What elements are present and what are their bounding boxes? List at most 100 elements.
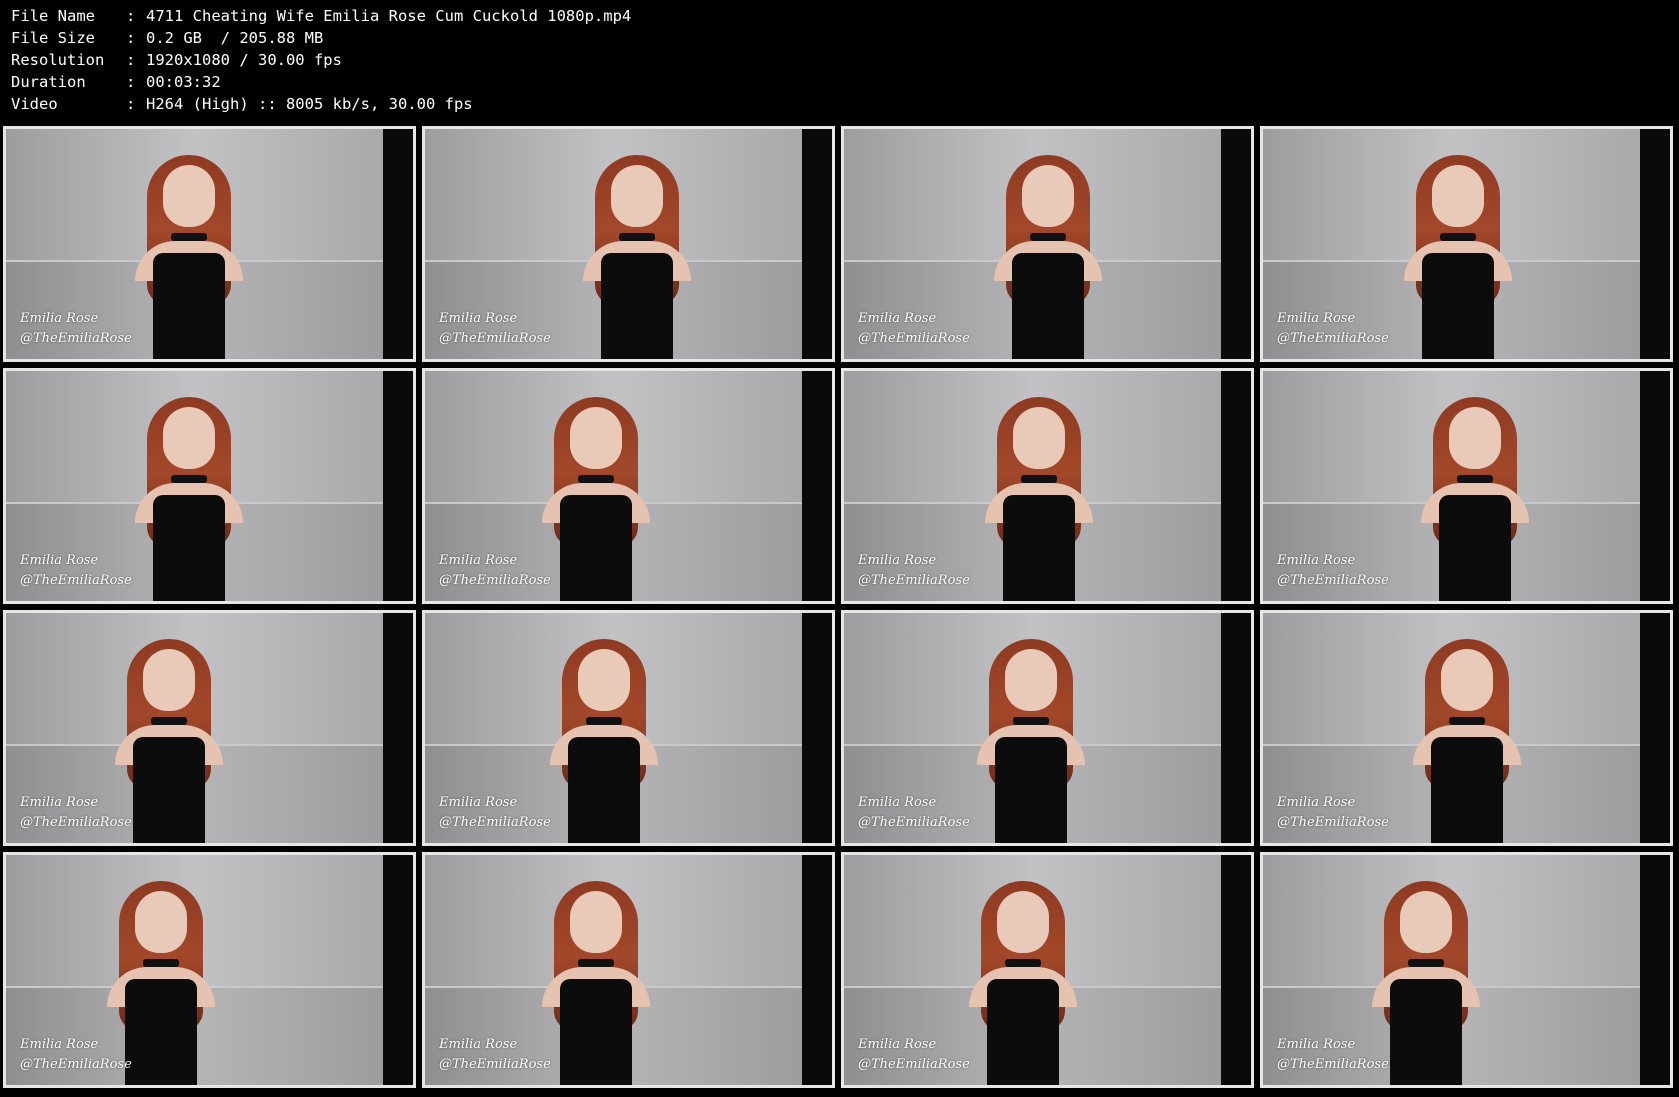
figure-choker [1440, 233, 1476, 241]
figure-choker [1457, 475, 1493, 483]
figure-dress [125, 979, 197, 1085]
file-name-value: 4711 Cheating Wife Emilia Rose Cum Cucko… [146, 7, 632, 25]
watermark: Emilia Rose @TheEmiliaRose [20, 309, 132, 349]
resolution-label: Resolution [11, 51, 105, 69]
dark-backdrop-edge [1221, 129, 1251, 359]
resolution-row: Resolution:1920x1080 / 30.00 fps [11, 49, 1661, 71]
figure-choker [171, 475, 207, 483]
watermark-name: Emilia Rose [858, 795, 937, 810]
watermark-name: Emilia Rose [1277, 795, 1356, 810]
watermark: Emilia Rose @TheEmiliaRose [439, 309, 551, 349]
watermark: Emilia Rose @TheEmiliaRose [858, 551, 970, 591]
dark-backdrop-edge [383, 855, 413, 1085]
video-thumbnail[interactable]: Emilia Rose @TheEmiliaRose [1260, 126, 1673, 362]
figure-dress [995, 737, 1067, 843]
figure-choker [578, 475, 614, 483]
dark-backdrop-edge [1640, 371, 1670, 601]
watermark-name: Emilia Rose [439, 1037, 518, 1052]
watermark-handle: @TheEmiliaRose [439, 331, 551, 346]
figure-choker [619, 233, 655, 241]
watermark-name: Emilia Rose [439, 795, 518, 810]
figure-choker [151, 717, 187, 725]
video-thumbnail[interactable]: Emilia Rose @TheEmiliaRose [422, 852, 835, 1088]
video-thumbnail[interactable]: Emilia Rose @TheEmiliaRose [841, 368, 1254, 604]
person-figure [129, 149, 249, 359]
watermark: Emilia Rose @TheEmiliaRose [858, 1035, 970, 1075]
watermark: Emilia Rose @TheEmiliaRose [20, 1035, 132, 1075]
watermark-name: Emilia Rose [858, 311, 937, 326]
resolution-sep: : [126, 51, 136, 69]
watermark: Emilia Rose @TheEmiliaRose [20, 551, 132, 591]
video-thumbnail[interactable]: Emilia Rose @TheEmiliaRose [3, 126, 416, 362]
figure-face [1449, 407, 1501, 469]
person-figure [577, 149, 697, 359]
video-thumbnail[interactable]: Emilia Rose @TheEmiliaRose [1260, 610, 1673, 846]
dark-backdrop-edge [802, 613, 832, 843]
figure-dress [601, 253, 673, 359]
dark-backdrop-edge [1640, 129, 1670, 359]
figure-dress [1439, 495, 1511, 601]
watermark-name: Emilia Rose [1277, 553, 1356, 568]
watermark-handle: @TheEmiliaRose [858, 1057, 970, 1072]
watermark-handle: @TheEmiliaRose [858, 815, 970, 830]
figure-choker [143, 959, 179, 967]
video-thumbnail[interactable]: Emilia Rose @TheEmiliaRose [3, 610, 416, 846]
watermark-name: Emilia Rose [20, 1037, 99, 1052]
watermark: Emilia Rose @TheEmiliaRose [858, 309, 970, 349]
video-thumbnail[interactable]: Emilia Rose @TheEmiliaRose [841, 610, 1254, 846]
watermark: Emilia Rose @TheEmiliaRose [20, 793, 132, 833]
figure-dress [1390, 979, 1462, 1085]
duration-label: Duration [11, 73, 86, 91]
video-thumbnail[interactable]: Emilia Rose @TheEmiliaRose [422, 126, 835, 362]
dark-backdrop-edge [383, 613, 413, 843]
figure-face [163, 407, 215, 469]
video-thumbnail[interactable]: Emilia Rose @TheEmiliaRose [422, 610, 835, 846]
watermark-handle: @TheEmiliaRose [439, 1057, 551, 1072]
watermark-name: Emilia Rose [1277, 1037, 1356, 1052]
figure-face [578, 649, 630, 711]
person-figure [544, 633, 664, 843]
watermark-handle: @TheEmiliaRose [1277, 573, 1389, 588]
watermark-name: Emilia Rose [20, 553, 99, 568]
dark-backdrop-edge [802, 855, 832, 1085]
figure-choker [1021, 475, 1057, 483]
watermark-handle: @TheEmiliaRose [439, 573, 551, 588]
watermark: Emilia Rose @TheEmiliaRose [1277, 793, 1389, 833]
figure-dress [153, 253, 225, 359]
figure-face [570, 891, 622, 953]
watermark-handle: @TheEmiliaRose [20, 815, 132, 830]
video-thumbnail[interactable]: Emilia Rose @TheEmiliaRose [1260, 852, 1673, 1088]
video-thumbnail[interactable]: Emilia Rose @TheEmiliaRose [841, 126, 1254, 362]
figure-dress [153, 495, 225, 601]
person-figure [988, 149, 1108, 359]
person-figure [963, 875, 1083, 1085]
person-figure [1415, 391, 1535, 601]
watermark-name: Emilia Rose [858, 553, 937, 568]
video-label: Video [11, 95, 58, 113]
watermark-handle: @TheEmiliaRose [20, 1057, 132, 1072]
file-size-value: 0.2 GB / 205.88 MB [146, 29, 324, 47]
figure-choker [1449, 717, 1485, 725]
video-thumbnail[interactable]: Emilia Rose @TheEmiliaRose [422, 368, 835, 604]
dark-backdrop-edge [802, 371, 832, 601]
video-thumbnail[interactable]: Emilia Rose @TheEmiliaRose [3, 368, 416, 604]
person-figure [536, 391, 656, 601]
file-size-sep: : [126, 29, 136, 47]
video-thumbnail[interactable]: Emilia Rose @TheEmiliaRose [841, 852, 1254, 1088]
duration-value: 00:03:32 [146, 73, 221, 91]
figure-face [1005, 649, 1057, 711]
figure-dress [1431, 737, 1503, 843]
figure-face [997, 891, 1049, 953]
figure-choker [1030, 233, 1066, 241]
figure-dress [987, 979, 1059, 1085]
video-row: Video: H264 (High) :: 8005 kb/s, 30.00 fp… [11, 93, 1661, 115]
person-figure [1407, 633, 1527, 843]
dark-backdrop-edge [383, 371, 413, 601]
file-name-row: File Name:4711 Cheating Wife Emilia Rose… [11, 5, 1661, 27]
watermark-handle: @TheEmiliaRose [20, 573, 132, 588]
figure-dress [568, 737, 640, 843]
watermark: Emilia Rose @TheEmiliaRose [1277, 309, 1389, 349]
video-thumbnail[interactable]: Emilia Rose @TheEmiliaRose [3, 852, 416, 1088]
watermark: Emilia Rose @TheEmiliaRose [439, 1035, 551, 1075]
video-thumbnail[interactable]: Emilia Rose @TheEmiliaRose [1260, 368, 1673, 604]
